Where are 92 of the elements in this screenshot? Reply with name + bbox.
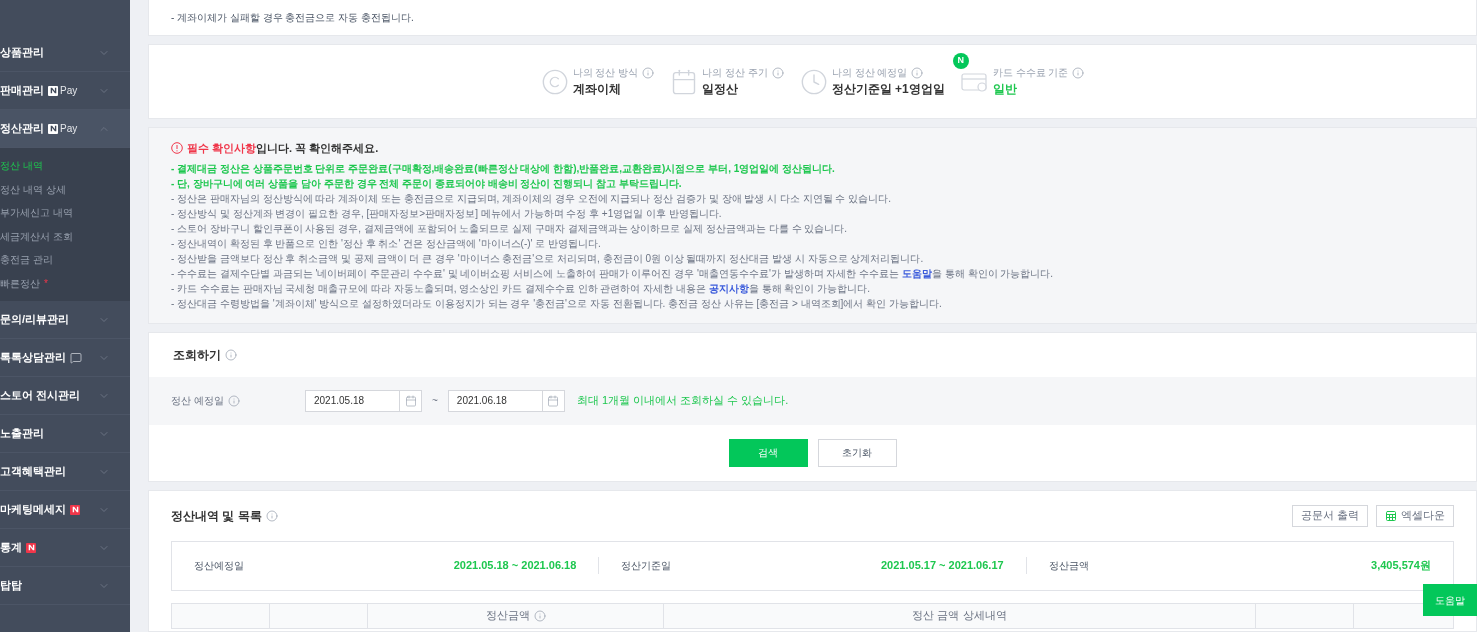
info-label: 나의 정산 예정일 — [831, 66, 908, 80]
notice-line: - 정산대금 수령방법을 '계좌이체' 방식으로 설정하였더라도 이용정지가 되는 경우 '충전금'으로 자동 전환됩니다. 충전금 정산 사유는 [충전금 > 내역조회]에서 확인 가능합니다. — [171, 296, 943, 311]
section-title: 정산내역 및 목록 — [171, 507, 262, 525]
notice-line: - 카드 수수료는 판매자님 국세청 매출규모에 따라 자동노출되며, 영소상인 카드 결제수수료 인하 관련하여 자세한 내용은 공지사항을 통해 확인이 가능합니다. — [171, 281, 871, 296]
pay-label: Pay — [60, 122, 78, 136]
info-value: 정산기준일 +1영업일 — [831, 81, 945, 98]
calendar-button[interactable] — [400, 389, 422, 412]
menu-label: 스토어 전시관리 — [0, 388, 81, 404]
submenu-item[interactable]: 세금계산서 조회 — [0, 224, 130, 248]
required-mark: * — [44, 276, 48, 291]
menu-label: 정산관리 — [0, 121, 44, 137]
info-value: 일정산 — [702, 81, 740, 98]
sidebar-menu-item[interactable]: 탑탑 — [0, 567, 130, 605]
sidebar-menu-item[interactable]: 문의/리뷰관리 — [0, 301, 130, 339]
sidebar-menu-item[interactable]: 통계 — [0, 529, 130, 567]
summary-label: 정산예정일 — [194, 559, 244, 573]
top-note: - 계좌이체가 실패할 경우 충전금으로 자동 충전됩니다. — [171, 11, 414, 25]
sidebar-menu-item[interactable]: 마케팅메세지 — [0, 491, 130, 529]
menu-label: 고객혜택관리 — [0, 464, 66, 480]
submenu-item[interactable]: 정산 내역 — [0, 154, 130, 178]
chat-icon — [70, 351, 82, 364]
info-icon[interactable] — [265, 509, 278, 522]
menu-label: 탑탑 — [0, 578, 22, 594]
excel-download-button[interactable]: 엑셀다운 — [1376, 504, 1454, 527]
column-header: 정산금액 — [485, 608, 530, 624]
summary-value: 2021.05.17 ~ 2021.06.17 — [881, 558, 1004, 574]
menu-label: 통계 — [0, 540, 22, 556]
n-logo-icon — [48, 85, 58, 96]
submenu-item[interactable]: 빠른정산 * — [0, 271, 130, 295]
notice-line: - 수수료는 결제수단별 과금되는 '네이버페이 주문관리 수수료' 및 네이버쇼핑 서비스에 노출하여 판매가 이루어진 경우 '매출연동수수료'가 발생하며 자세한 수수료는 도움말을 통해 확인이 가능합니다. — [171, 266, 1055, 281]
filter-label: 정산 예정일 — [171, 394, 224, 408]
calendar-button[interactable] — [542, 389, 565, 412]
summary-value: 3,405,574원 — [1371, 558, 1431, 574]
n-badge: N — [952, 53, 969, 69]
info-icon[interactable] — [771, 66, 784, 79]
submenu-item[interactable]: 부가세신고 내역 — [0, 201, 130, 225]
menu-label: 노출관리 — [0, 426, 44, 442]
coin-c-icon — [540, 67, 569, 96]
notice-line: - 정산방식 및 정산계좌 변경이 필요한 경우, [판매자정보>판매자정보] 메뉴에서 가능하며 수정 후 +1영업일 이후 반영됩니다. — [171, 206, 723, 221]
summary-label: 정산기준일 — [621, 559, 672, 573]
menu-label: 판매관리 — [0, 83, 44, 99]
calendar-icon — [547, 394, 560, 407]
section-title: 조회하기 — [173, 346, 221, 364]
sidebar-menu-item[interactable]: 스토어 전시관리 — [0, 377, 130, 415]
submenu-item[interactable]: 충전금 관리 — [0, 248, 130, 272]
notice-line: - 단, 장바구니에 여러 상품을 담아 주문한 경우 전체 주문이 종료되어야 배송비 정산이 진행되니 참고 부탁드립니다. — [171, 176, 683, 191]
notice-line: - 스토어 장바구니 할인쿠폰이 사용된 경우, 결제금액에 포함되어 노출되므로 실제 구매자 결제금액과는 상이하므로 실제 정산금액과는 다를 수 있습니다. — [171, 221, 849, 236]
sidebar-menu-item[interactable]: 고객혜택관리 — [0, 453, 130, 491]
date-field[interactable]: 2021.06.18 — [447, 389, 543, 412]
notice-line: - 정산내역이 확정된 후 반품으로 인한 '정산 후 취소' 건은 정산금액에 '마이너스(-)' 로 반영됩니다. — [171, 236, 602, 251]
info-icon[interactable] — [533, 609, 546, 622]
info-icon[interactable] — [911, 66, 924, 79]
column-header: 정산 금액 상세내역 — [912, 608, 1007, 624]
notice-link[interactable]: 도움말 — [902, 267, 932, 279]
notice-line: - 결제대금 정산은 상품주문번호 단위로 주문완료(구매확정,배송완료(빠른정산 대상에 한함),반품완료,교환완료)시점으로 부터, 1영업일에 정산됩니다. — [171, 161, 836, 176]
info-icon[interactable] — [642, 66, 655, 79]
print-button[interactable]: 공문서 출력 — [1291, 504, 1368, 527]
new-badge-icon — [26, 542, 36, 553]
info-label: 나의 정산 주기 — [702, 66, 768, 80]
sidebar-menu-item[interactable]: 상품관리 — [0, 34, 130, 72]
menu-label: 톡톡상담관리 — [0, 350, 66, 366]
info-value: 일반 — [992, 81, 1018, 98]
reset-button[interactable]: 초기화 — [817, 438, 897, 467]
info-label: 나의 정산 방식 — [572, 66, 639, 80]
n-logo-icon — [48, 123, 58, 134]
info-icon[interactable] — [227, 394, 240, 407]
info-icon[interactable] — [1072, 66, 1085, 79]
summary-value: 2021.05.18 ~ 2021.06.18 — [453, 558, 577, 574]
menu-label: 문의/리뷰관리 — [0, 312, 70, 328]
spreadsheet-icon — [1385, 509, 1397, 522]
pay-label: Pay — [60, 84, 78, 98]
new-badge-icon — [70, 504, 80, 515]
submenu-item[interactable]: 정산 내역 상세 — [0, 177, 130, 201]
menu-label: 마케팅메세지 — [0, 502, 66, 518]
date-field[interactable]: 2021.05.18 — [305, 389, 400, 412]
clock-icon — [799, 67, 828, 96]
range-separator: ~ — [432, 394, 438, 408]
menu-label: 상품관리 — [0, 45, 44, 61]
sidebar-menu-item[interactable]: 노출관리 — [0, 415, 130, 453]
calendar-icon — [404, 394, 417, 407]
info-label: 카드 수수료 기준 — [992, 66, 1069, 80]
search-hint: 최대 1개월 이내에서 조회하실 수 있습니다. — [576, 393, 789, 409]
alert-icon — [171, 142, 183, 155]
sidebar-menu-item[interactable]: 정산관리 Pay — [0, 110, 130, 148]
notice-link[interactable]: 공지사항 — [708, 282, 749, 294]
notice-line: - 정산은 판매자님의 정산방식에 따라 계좌이체 또는 충전금으로 지급되며, 계좌이체의 경우 오전에 지급되나 정산 검증가 및 장애 발생 시 다소 지연될 수 있습니다. — [171, 191, 892, 206]
notice-line: - 정산받을 금액보다 정산 후 취소금액 및 공제 금액이 더 큰 경우 '마이너스 충전금'으로 처리되며, 충전금이 0원 이상 될때까지 정산대금 발생 시 자동으로 상계처리됩니다. — [171, 251, 925, 266]
sidebar-menu-item[interactable]: 톡톡상담관리 — [0, 339, 130, 377]
notice-title: 필수 확인사항입니다. 꼭 확인해주세요. — [187, 141, 379, 156]
info-icon[interactable] — [225, 348, 237, 361]
info-value: 계좌이체 — [572, 81, 622, 98]
summary-label: 정산금액 — [1048, 559, 1089, 573]
